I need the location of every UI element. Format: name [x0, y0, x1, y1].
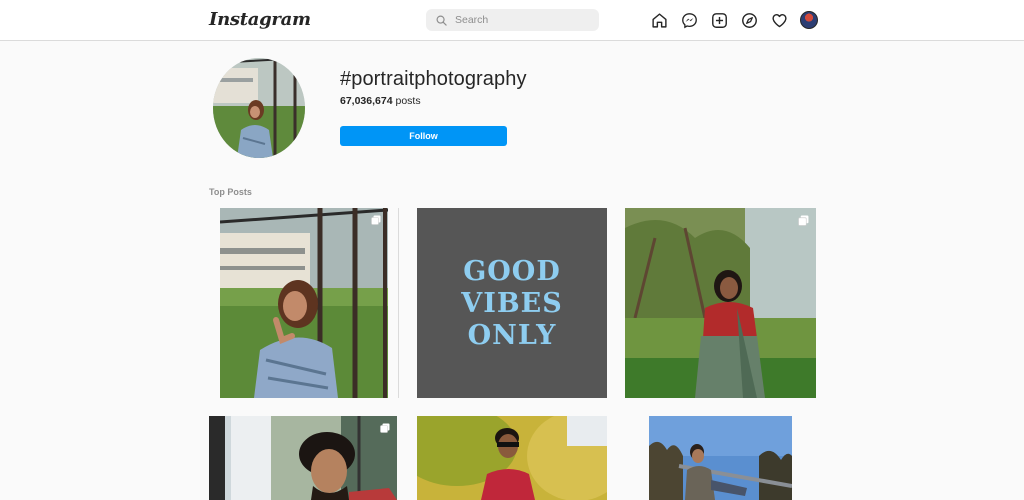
post-tile[interactable] — [649, 416, 792, 500]
divider — [398, 208, 399, 398]
post-tile[interactable] — [220, 208, 388, 398]
top-posts-heading: Top Posts — [209, 187, 252, 197]
home-icon[interactable] — [650, 11, 668, 29]
multiple-posts-icon — [798, 215, 809, 226]
post-tile[interactable] — [625, 208, 816, 398]
messenger-icon[interactable] — [680, 11, 698, 29]
graphic-line: GOOD — [463, 256, 561, 287]
top-navigation-bar: Instagram — [0, 0, 1024, 41]
post-tile[interactable] — [209, 416, 397, 500]
search-input[interactable] — [453, 13, 587, 27]
search-box[interactable] — [426, 9, 599, 31]
hashtag-avatar — [213, 58, 305, 158]
multiple-posts-icon — [380, 423, 390, 433]
new-post-icon[interactable] — [710, 11, 728, 29]
profile-avatar[interactable] — [800, 11, 818, 29]
multiple-posts-icon — [371, 215, 381, 225]
post-image-boy-in-field — [417, 416, 607, 500]
post-count-suffix: posts — [392, 95, 421, 107]
post-image-man-on-bench — [649, 416, 792, 500]
post-tile[interactable]: GOOD VIBES ONLY — [417, 208, 607, 398]
post-image-woman-by-fence — [220, 208, 388, 398]
post-image-man-portrait — [209, 416, 397, 500]
graphic-text: GOOD VIBES ONLY — [417, 256, 607, 352]
instagram-logo[interactable]: Instagram — [209, 9, 311, 30]
activity-heart-icon[interactable] — [770, 11, 788, 29]
post-count: 67,036,674 posts — [340, 95, 421, 107]
post-count-number: 67,036,674 — [340, 95, 393, 107]
search-icon — [436, 15, 447, 26]
nav-icon-group — [650, 11, 818, 29]
graphic-line: ONLY — [467, 320, 557, 351]
explore-icon[interactable] — [740, 11, 758, 29]
follow-button[interactable]: Follow — [340, 126, 507, 146]
hashtag-title: #portraitphotography — [340, 68, 527, 90]
graphic-line: VIBES — [461, 288, 563, 319]
post-image-woman-in-saree — [625, 208, 816, 398]
post-tile[interactable] — [417, 416, 607, 500]
